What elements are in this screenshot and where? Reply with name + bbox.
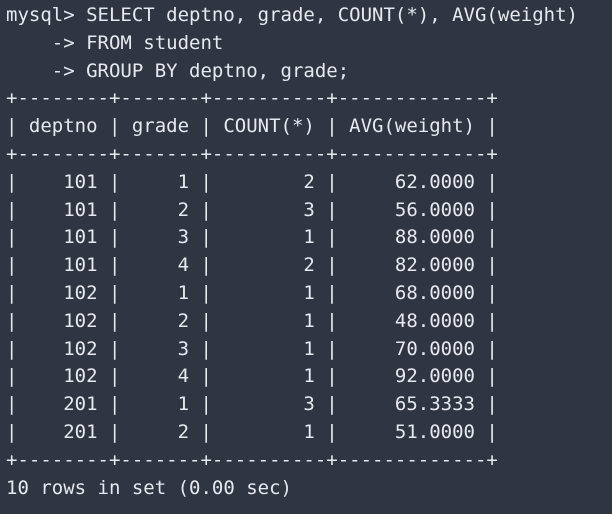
query-line-3: -> GROUP BY deptno, grade; <box>6 59 350 82</box>
query-line-1: mysql> SELECT deptno, grade, COUNT(*), A… <box>6 4 578 26</box>
table-row: | 101 | 1 | 2 | 62.0000 | <box>6 170 498 193</box>
table-row: | 102 | 1 | 1 | 68.0000 | <box>6 281 498 304</box>
table-row: | 201 | 1 | 3 | 65.3333 | <box>6 393 498 416</box>
table-row: | 102 | 3 | 1 | 70.0000 | <box>6 337 498 360</box>
table-row: | 101 | 3 | 1 | 88.0000 | <box>6 226 498 249</box>
table-border-bottom: +--------+-------+----------+-----------… <box>6 448 498 471</box>
status-line: 10 rows in set (0.00 sec) <box>6 476 292 499</box>
table-border-top: +--------+-------+----------+-----------… <box>6 87 498 110</box>
table-row: | 102 | 4 | 1 | 92.0000 | <box>6 365 498 388</box>
table-border-header: +--------+-------+----------+-----------… <box>6 142 498 165</box>
table-row: | 101 | 4 | 2 | 82.0000 | <box>6 254 498 277</box>
table-row: | 101 | 2 | 3 | 56.0000 | <box>6 198 498 221</box>
table-row: | 102 | 2 | 1 | 48.0000 | <box>6 309 498 332</box>
table-row: | 201 | 2 | 1 | 51.0000 | <box>6 420 498 443</box>
terminal-window[interactable]: mysql> SELECT deptno, grade, COUNT(*), A… <box>0 0 612 514</box>
table-header: | deptno | grade | COUNT(*) | AVG(weight… <box>6 115 498 138</box>
query-line-2: -> FROM student <box>6 31 224 54</box>
